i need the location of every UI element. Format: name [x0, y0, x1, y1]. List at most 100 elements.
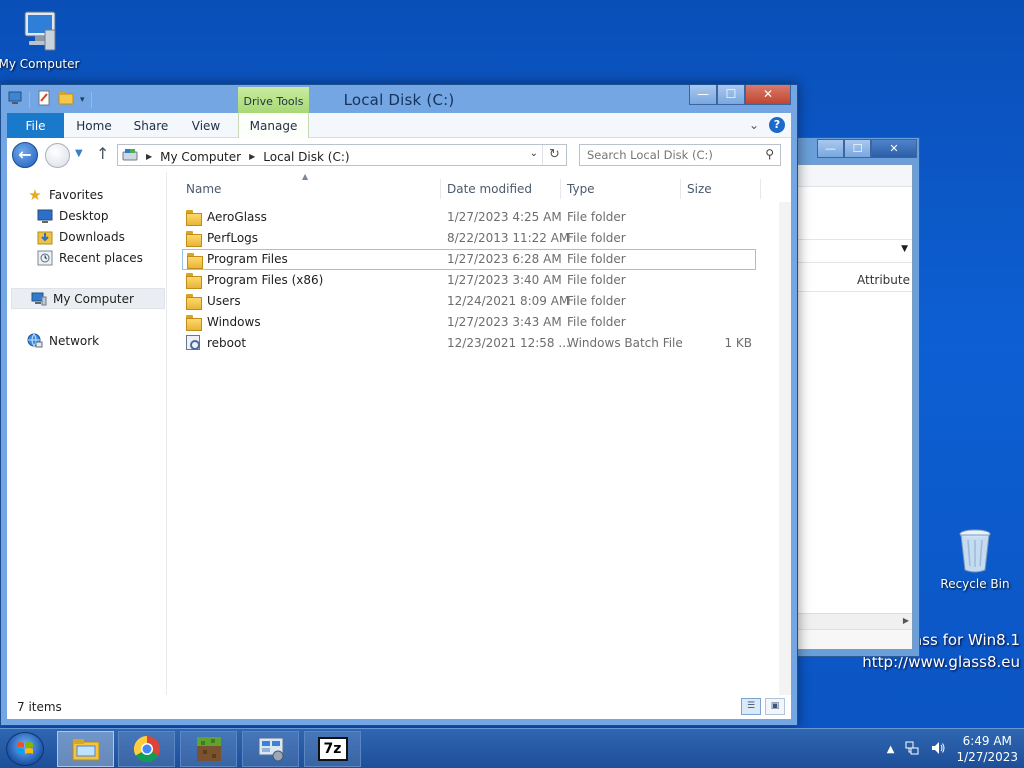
- bg-search-field[interactable]: ▼: [798, 239, 912, 263]
- table-row[interactable]: Program Files 1/27/2023 6:28 AM File fol…: [182, 249, 756, 270]
- windows-logo-icon: [17, 742, 33, 754]
- help-icon[interactable]: ?: [769, 117, 785, 133]
- search-icon[interactable]: ⚲: [765, 147, 774, 161]
- explorer-window[interactable]: ▾ Drive Tools Local Disk (C:) — ☐ ✕ File…: [0, 84, 798, 726]
- table-row[interactable]: Program Files (x86) 1/27/2023 3:40 AM Fi…: [182, 270, 756, 291]
- folder-icon: [186, 293, 202, 310]
- tab-view[interactable]: View: [181, 113, 231, 138]
- file-date: 1/27/2023 3:40 AM: [447, 273, 562, 287]
- sidebar-item-recent-places[interactable]: Recent places: [7, 247, 166, 268]
- sidebar-item-my-computer[interactable]: My Computer: [11, 288, 165, 309]
- chrome-icon: [133, 735, 160, 763]
- file-date: 1/27/2023 6:28 AM: [447, 252, 562, 266]
- large-icons-view-icon[interactable]: ▣: [765, 698, 785, 715]
- address-dropdown-icon[interactable]: ⌄: [530, 148, 538, 159]
- sidebar-item-desktop[interactable]: Desktop: [7, 205, 166, 226]
- tab-manage[interactable]: Manage: [238, 113, 309, 138]
- column-size[interactable]: Size: [681, 179, 761, 199]
- desktop-icon-label: My Computer: [0, 57, 80, 71]
- sidebar-item-label: Desktop: [59, 208, 109, 223]
- forward-button[interactable]: [45, 143, 70, 168]
- file-date: 8/22/2013 11:22 AM: [447, 231, 570, 245]
- table-row[interactable]: reboot 12/23/2021 12:58 ... Windows Batc…: [182, 333, 756, 354]
- maximize-button[interactable]: ☐: [717, 85, 745, 105]
- background-window-body: ▼ Attribute ▶: [797, 164, 913, 650]
- bg-horizontal-scrollbar[interactable]: ▶: [798, 613, 912, 629]
- bg-ribbon: [798, 165, 912, 187]
- table-row[interactable]: Users 12/24/2021 8:09 AM File folder: [182, 291, 756, 312]
- folder-icon: [187, 252, 203, 269]
- file-date: 12/24/2021 8:09 AM: [447, 294, 570, 308]
- back-button[interactable]: ←: [12, 142, 38, 168]
- refresh-button[interactable]: ↻: [542, 145, 566, 165]
- recent-places-icon: [37, 250, 53, 266]
- sidebar-item-label: Recent places: [59, 250, 143, 265]
- column-name[interactable]: Name: [180, 179, 441, 199]
- bg-status-bar: [798, 629, 912, 649]
- close-button[interactable]: ✕: [745, 85, 791, 105]
- breadcrumb-separator-icon[interactable]: ▶: [249, 152, 255, 161]
- details-view-icon[interactable]: ☰: [741, 698, 761, 715]
- volume-icon[interactable]: [930, 740, 946, 759]
- bg-column-attribute[interactable]: Attribute: [857, 273, 910, 287]
- show-hidden-icons-icon[interactable]: ▲: [887, 744, 895, 755]
- sidebar-item-favorites[interactable]: ★ Favorites: [7, 184, 166, 205]
- sidebar-item-downloads[interactable]: Downloads: [7, 226, 166, 247]
- search-input[interactable]: [580, 145, 758, 165]
- table-row[interactable]: PerfLogs 8/22/2013 11:22 AM File folder: [182, 228, 756, 249]
- taskbar-minecraft[interactable]: [180, 731, 237, 767]
- recent-locations-icon[interactable]: ▼: [75, 148, 83, 159]
- column-date-modified[interactable]: Date modified: [441, 179, 561, 199]
- background-window[interactable]: — ☐ ✕ ▼ Attribute ▶: [790, 137, 920, 657]
- bg-minimize-button[interactable]: —: [817, 139, 844, 158]
- downloads-icon: [37, 229, 53, 245]
- view-switcher: ☰ ▣: [741, 698, 785, 715]
- clock[interactable]: 6:49 AM 1/27/2023: [956, 733, 1018, 765]
- ribbon-tabs: File Home Share View Manage ⌄ ?: [7, 113, 791, 138]
- taskbar-chrome[interactable]: [118, 731, 175, 767]
- sidebar-item-network[interactable]: Network: [7, 330, 166, 351]
- bg-maximize-button[interactable]: ☐: [844, 139, 871, 158]
- bg-close-button[interactable]: ✕: [871, 139, 917, 158]
- breadcrumb-my-computer[interactable]: My Computer: [160, 150, 241, 164]
- taskbar-file-explorer[interactable]: [57, 731, 114, 767]
- tab-share[interactable]: Share: [125, 113, 177, 138]
- content-area: ★ Favorites Desktop Downloads Recent pla…: [7, 172, 791, 719]
- scroll-right-icon[interactable]: ▶: [903, 616, 909, 625]
- breadcrumb-local-disk[interactable]: Local Disk (C:): [263, 150, 349, 164]
- tab-file[interactable]: File: [7, 113, 64, 138]
- breadcrumb-separator-icon[interactable]: ▶: [146, 152, 152, 161]
- start-button[interactable]: [6, 732, 44, 766]
- recycle-bin-icon: [959, 529, 991, 573]
- folder-icon: [186, 230, 202, 247]
- table-row[interactable]: AeroGlass 1/27/2023 4:25 AM File folder: [182, 207, 756, 228]
- title-bar[interactable]: ▾ Drive Tools Local Disk (C:) — ☐ ✕: [1, 85, 797, 114]
- desktop-icon-my-computer[interactable]: My Computer: [0, 8, 84, 71]
- file-type: File folder: [567, 231, 626, 245]
- file-name: PerfLogs: [207, 231, 259, 245]
- minimize-button[interactable]: —: [689, 85, 717, 105]
- vertical-scrollbar[interactable]: [779, 202, 791, 695]
- network-status-icon[interactable]: [904, 740, 920, 759]
- column-type[interactable]: Type: [561, 179, 681, 199]
- bg-column-header[interactable]: Attribute: [798, 268, 912, 292]
- desktop-icon-recycle-bin[interactable]: Recycle Bin: [930, 526, 1020, 591]
- table-row[interactable]: Windows 1/27/2023 3:43 AM File folder: [182, 312, 756, 333]
- address-bar[interactable]: ▶ My Computer ▶ Local Disk (C:) ⌄ ↻: [117, 144, 567, 166]
- chevron-down-icon[interactable]: ▼: [901, 244, 908, 254]
- navigation-bar: ← ▼ ↑ ▶ My Computer ▶ Local Disk (C:) ⌄ …: [7, 138, 791, 172]
- up-button[interactable]: ↑: [96, 144, 109, 163]
- expand-ribbon-icon[interactable]: ⌄: [749, 118, 759, 132]
- network-icon: [27, 333, 43, 349]
- computer-icon: [31, 291, 47, 307]
- taskbar-7zip[interactable]: 7z: [304, 731, 361, 767]
- desktop-icon-label: Recycle Bin: [940, 577, 1010, 591]
- search-box[interactable]: ⚲: [579, 144, 781, 166]
- batch-file-icon: [186, 335, 202, 351]
- column-header: ▲ Name Date modified Type Size: [168, 172, 791, 202]
- system-tray: ▲ 6:49 AM 1/27/2023: [887, 733, 1018, 765]
- taskbar-control-panel[interactable]: [242, 731, 299, 767]
- tab-home[interactable]: Home: [67, 113, 121, 138]
- item-count: 7 items: [17, 700, 62, 714]
- desktop-icon: [37, 208, 53, 224]
